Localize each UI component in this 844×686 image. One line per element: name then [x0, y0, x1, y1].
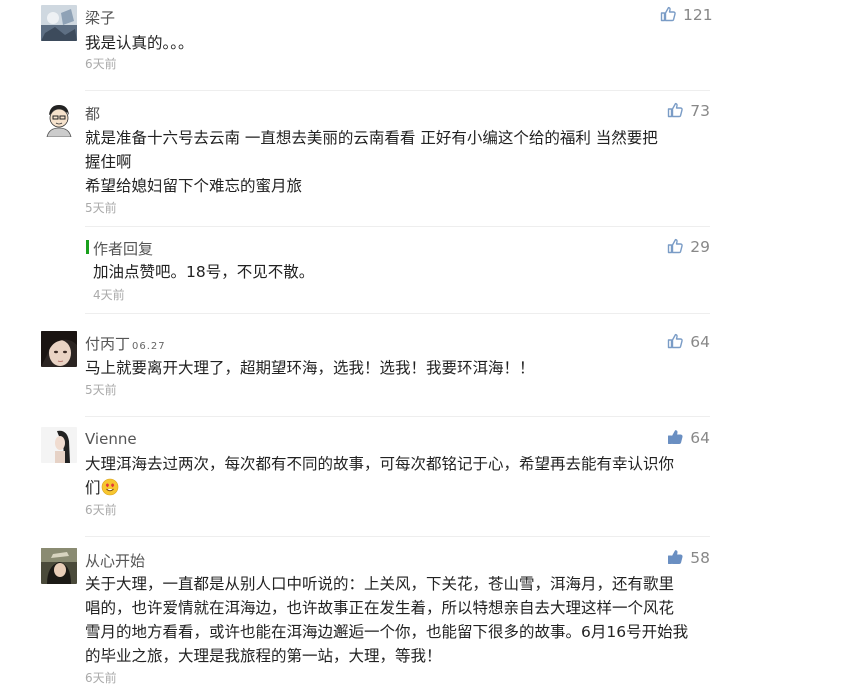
divider: [85, 90, 710, 91]
user-name[interactable]: Vienne: [85, 430, 137, 448]
user-name[interactable]: 从心开始: [85, 550, 145, 571]
thumbs-up-icon: [667, 429, 683, 445]
divider: [85, 416, 710, 417]
like-count: 64: [690, 333, 710, 351]
comment-time: 5天前: [85, 201, 117, 215]
like-button[interactable]: 64: [660, 333, 710, 351]
like-button[interactable]: 58: [660, 549, 710, 567]
comment-text: 关于大理，一直都是从别人口中听说的：上关风，下关花，苍山雪，洱海月，还有歌里 唱…: [85, 575, 689, 665]
user-avatar[interactable]: [41, 101, 77, 137]
thumbs-up-icon: [667, 549, 683, 565]
thumbs-up-icon: [660, 6, 676, 22]
heart-eyes-emoji-icon: [101, 478, 119, 503]
comment-time: 6天前: [85, 503, 117, 517]
reply-text: 加油点赞吧。18号，不见不散。: [93, 263, 315, 281]
like-count: 73: [690, 102, 710, 120]
divider: [85, 536, 710, 537]
comment-time: 6天前: [85, 57, 117, 71]
user-avatar[interactable]: [41, 331, 77, 367]
reply-author-label: 作者回复: [93, 240, 154, 258]
like-count: 58: [690, 549, 710, 567]
comment-text: 我是认真的。。。: [85, 34, 194, 52]
like-count: 64: [690, 429, 710, 447]
like-count: 29: [690, 238, 710, 256]
user-date: 06.27: [132, 341, 166, 352]
comment-text: 大理洱海去过两次，每次都有不同的故事，可每次都铭记于心，希望再去能有幸认识你 们: [85, 452, 710, 503]
comment-text: 就是准备十六号去云南 一直想去美丽的云南看看 正好有小编这个给的福利 当然要把 …: [85, 129, 658, 195]
like-count: 121: [683, 6, 713, 24]
comment-text: 马上就要离开大理了，超期望环海，选我！选我！我要环洱海！！: [85, 359, 535, 377]
reply-accent-bar: [86, 240, 89, 254]
like-button[interactable]: 29: [660, 238, 710, 256]
thumbs-up-icon: [667, 333, 683, 349]
user-name[interactable]: 付丙丁 06.27: [85, 333, 166, 354]
divider: [85, 313, 710, 314]
comment-time: 6天前: [85, 671, 117, 685]
reply-time: 4天前: [93, 288, 125, 302]
thumbs-up-icon: [667, 238, 683, 254]
like-button[interactable]: 64: [660, 429, 710, 447]
like-button[interactable]: 121: [660, 6, 713, 24]
comment-time: 5天前: [85, 383, 117, 397]
thumbs-up-icon: [667, 102, 683, 118]
user-name[interactable]: 梁子: [85, 7, 115, 28]
divider: [85, 226, 710, 227]
user-avatar[interactable]: [41, 5, 77, 41]
user-avatar[interactable]: [41, 548, 77, 584]
like-button[interactable]: 73: [660, 102, 710, 120]
user-avatar[interactable]: [41, 427, 77, 463]
user-name[interactable]: 都: [85, 103, 100, 124]
